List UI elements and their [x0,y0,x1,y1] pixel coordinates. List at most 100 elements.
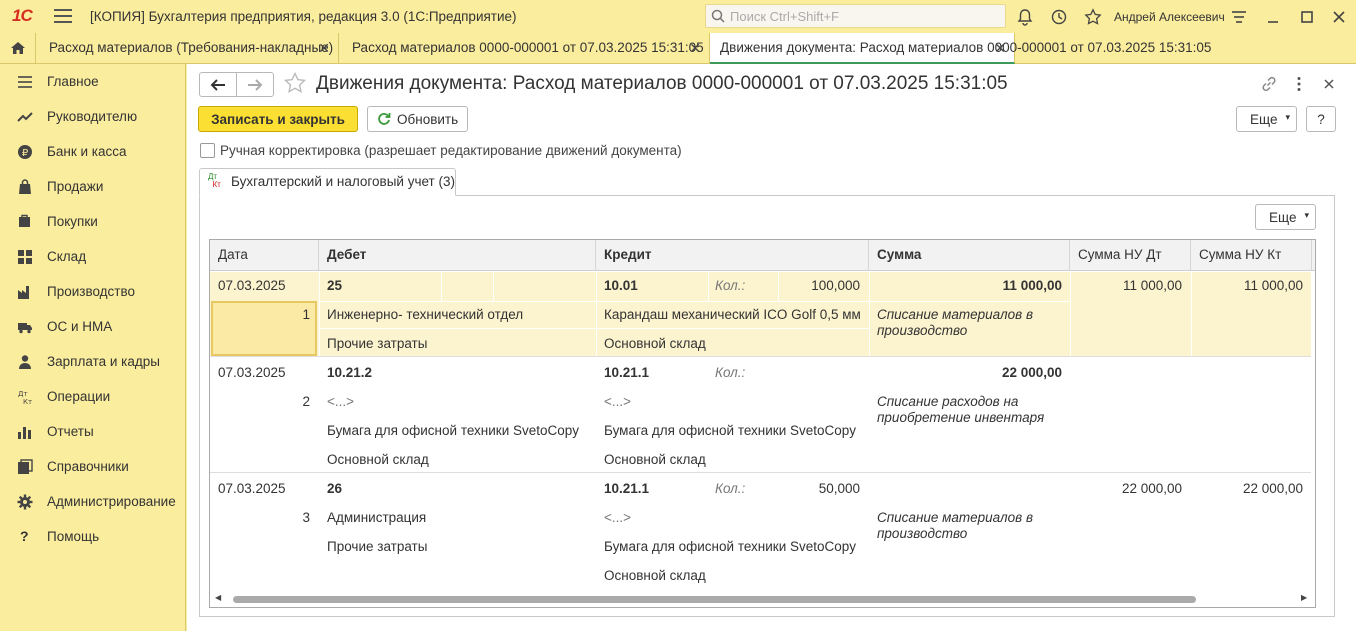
sidebar-item-help[interactable]: ? Помощь [0,522,186,552]
sidebar-item-label: Отчеты [47,424,94,439]
minimize-icon[interactable] [1264,8,1282,26]
bell-icon[interactable] [1016,8,1034,26]
sidebar-item-operations[interactable]: Дт Кт Операции [0,382,186,412]
main-menu-icon[interactable] [54,9,72,23]
cell-qty-label: Кол.: [715,278,746,293]
sidebar-item-directories[interactable]: Справочники [0,452,186,482]
trend-icon [17,112,33,122]
coin-icon: ₽ [18,145,32,159]
cell-debit-account: 26 [327,481,343,496]
divider [1070,272,1071,356]
more-actions-icon[interactable] [1290,75,1308,93]
bag-icon [19,179,31,194]
menu-lines-icon [18,76,32,88]
favorite-star-icon[interactable] [283,71,307,95]
close-tab-icon[interactable]: ✕ [318,40,330,57]
maximize-icon[interactable] [1298,8,1316,26]
sidebar-item-warehouse[interactable]: Склад [0,242,186,272]
cart-icon [19,214,30,227]
cell-row-number: 3 [302,510,310,525]
app-title: [КОПИЯ] Бухгалтерия предприятия, редакци… [90,9,517,24]
cell-debit-account: 25 [327,278,343,293]
sidebar-item-label: Руководителю [47,109,138,124]
manual-correction-checkbox[interactable] [200,143,215,158]
sidebar-item-purchases[interactable]: Покупки [0,207,186,237]
column-header-sum-nu-kt[interactable]: Сумма НУ Кт [1191,240,1312,271]
arrow-right-icon [248,79,263,91]
close-tab-icon[interactable]: ✕ [994,40,1006,57]
forward-button[interactable] [236,72,274,97]
cell-credit-subconto: Основной склад [604,568,706,583]
column-header-filler [1312,240,1315,271]
manual-correction-label[interactable]: Ручная корректировка (разрешает редактир… [220,143,682,158]
cell-debit-subconto: Прочие затраты [327,336,428,351]
sidebar-item-fixed-assets[interactable]: ОС и НМА [0,312,186,342]
cell-sum-nu-dt: 22 000,00 [1121,481,1182,496]
table-more-button[interactable]: Еще ▾ [1255,204,1316,230]
refresh-button[interactable]: Обновить [367,106,468,132]
divider [596,272,597,356]
column-header-date[interactable]: Дата [210,240,319,271]
sidebar-item-label: Главное [47,74,99,89]
column-header-sum-nu-dt[interactable]: Сумма НУ Дт [1070,240,1191,271]
close-window-icon[interactable] [1330,8,1348,26]
help-button[interactable]: ? [1306,106,1336,132]
sidebar-item-label: Продажи [47,179,104,194]
column-header-debit[interactable]: Дебет [319,240,596,271]
sidebar-item-main[interactable]: Главное [0,67,186,97]
sidebar-item-production[interactable]: Производство [0,277,186,307]
divider [869,272,870,356]
favorites-star-icon[interactable] [1084,8,1102,26]
tab-accounting[interactable]: Дт Кт Бухгалтерский и налоговый учет (3) [199,168,456,196]
column-header-credit[interactable]: Кредит [596,240,869,271]
tab-document[interactable]: Расход материалов 0000-000001 от 07.03.2… [340,33,710,64]
sidebar-item-bank[interactable]: ₽ Банк и касса [0,137,186,167]
user-name[interactable]: Андрей Алексеевич [1114,10,1225,24]
search-input[interactable]: Поиск Ctrl+Shift+F [705,4,1006,28]
history-icon[interactable] [1050,8,1068,26]
sidebar-item-sales[interactable]: Продажи [0,172,186,202]
sidebar-item-label: Операции [47,389,111,404]
sidebar-item-administration[interactable]: Администрирование [0,487,186,517]
cell-row-number: 2 [302,394,310,409]
scroll-left-icon[interactable]: ◀ [215,593,221,602]
entries-table[interactable]: Дата Дебет Кредит Сумма Сумма НУ Дт Сумм… [209,239,1316,608]
sidebar-item-reports[interactable]: Отчеты [0,417,186,447]
tab-label: Расход материалов (Требования-накладные) [49,40,334,55]
row-separator [210,356,1311,357]
save-and-close-button[interactable]: Записать и закрыть [198,106,358,132]
cell-credit-subconto: Основной склад [604,336,706,351]
back-button[interactable] [199,72,237,97]
sidebar-item-label: Банк и касса [47,144,127,159]
sidebar-item-manager[interactable]: Руководителю [0,102,186,132]
divider [708,272,709,301]
sidebar-item-salary[interactable]: Зарплата и кадры [0,347,186,377]
column-header-sum[interactable]: Сумма [869,240,1070,271]
settings-menu-icon[interactable] [1230,8,1248,26]
cell-sum: 22 000,00 [1001,365,1062,380]
scroll-right-icon[interactable]: ▶ [1301,593,1307,602]
sidebar-item-label: ОС и НМА [47,319,113,334]
more-button[interactable]: Еще ▾ [1236,106,1297,132]
arrow-left-icon [210,79,225,91]
cell-sum-description: приобретение инвентаря [877,410,1045,425]
cell-credit-account: 10.01 [604,278,638,293]
refresh-icon [378,113,391,125]
link-icon[interactable] [1260,75,1278,93]
close-form-icon[interactable] [1320,75,1338,93]
cell-debit-subconto: Инженерно- технический отдел [327,307,524,322]
tab-materials-list[interactable]: Расход материалов (Требования-накладные)… [37,33,339,64]
home-tab[interactable] [0,33,36,64]
cell-credit-subconto: Основной склад [604,452,706,467]
more-label: Еще [1250,112,1278,127]
close-tab-icon[interactable]: ✕ [689,40,701,57]
person-icon [19,355,31,369]
cell-credit-subconto: <...> [604,510,632,525]
tab-document-movements[interactable]: Движения документа: Расход материалов 00… [710,33,1211,64]
scrollbar-thumb[interactable] [233,596,1196,603]
cell-sum-description: производство [877,323,968,338]
search-icon [711,9,725,23]
cell-qty: 50,000 [818,481,860,496]
svg-text:Кт: Кт [23,398,32,405]
factory-icon [18,286,29,299]
